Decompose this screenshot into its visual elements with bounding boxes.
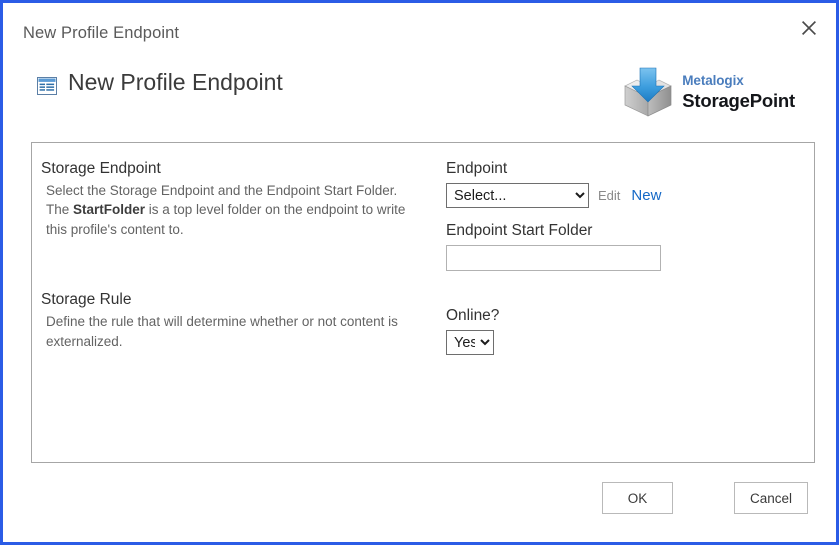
endpoint-row: Select... Edit New — [446, 183, 786, 208]
close-icon[interactable] — [794, 13, 824, 43]
online-select[interactable]: Yes — [446, 330, 494, 355]
ok-button[interactable]: OK — [602, 482, 673, 514]
panel-left-column: Storage Endpoint Select the Storage Endp… — [41, 160, 441, 351]
endpoint-edit-link[interactable]: Edit — [598, 188, 620, 203]
dialog-title: New Profile Endpoint — [23, 24, 179, 43]
endpoint-label: Endpoint — [446, 160, 786, 178]
content-panel: Storage Endpoint Select the Storage Endp… — [31, 142, 815, 463]
list-report-icon — [36, 75, 58, 97]
brand-logo: Metalogix StoragePoint — [623, 64, 795, 120]
endpoint-select[interactable]: Select... — [446, 183, 589, 208]
brand-product: StoragePoint — [682, 92, 795, 111]
online-label: Online? — [446, 307, 786, 325]
new-profile-endpoint-dialog: New Profile Endpoint New Pr — [0, 0, 839, 545]
storage-endpoint-description: Select the Storage Endpoint and the Endp… — [41, 181, 421, 239]
panel-right-column: Endpoint Select... Edit New Endpoint Sta… — [446, 160, 786, 355]
cancel-button[interactable]: Cancel — [734, 482, 808, 514]
page-title: New Profile Endpoint — [68, 69, 283, 96]
storage-rule-heading: Storage Rule — [41, 291, 441, 309]
brand-company: Metalogix — [682, 74, 795, 88]
dialog-titlebar: New Profile Endpoint — [6, 6, 833, 51]
endpoint-start-folder-label: Endpoint Start Folder — [446, 222, 786, 240]
endpoint-new-link[interactable]: New — [631, 187, 661, 204]
endpoint-start-folder-input[interactable] — [446, 245, 661, 271]
dialog-footer: OK Cancel — [6, 473, 833, 533]
storage-rule-description: Define the rule that will determine whet… — [41, 312, 421, 351]
storage-endpoint-heading: Storage Endpoint — [41, 160, 441, 178]
storagepoint-box-arrow-logo — [623, 66, 673, 118]
dialog-header: New Profile Endpoint — [6, 53, 833, 131]
storage-endpoint-description-bold: StartFolder — [73, 202, 145, 217]
